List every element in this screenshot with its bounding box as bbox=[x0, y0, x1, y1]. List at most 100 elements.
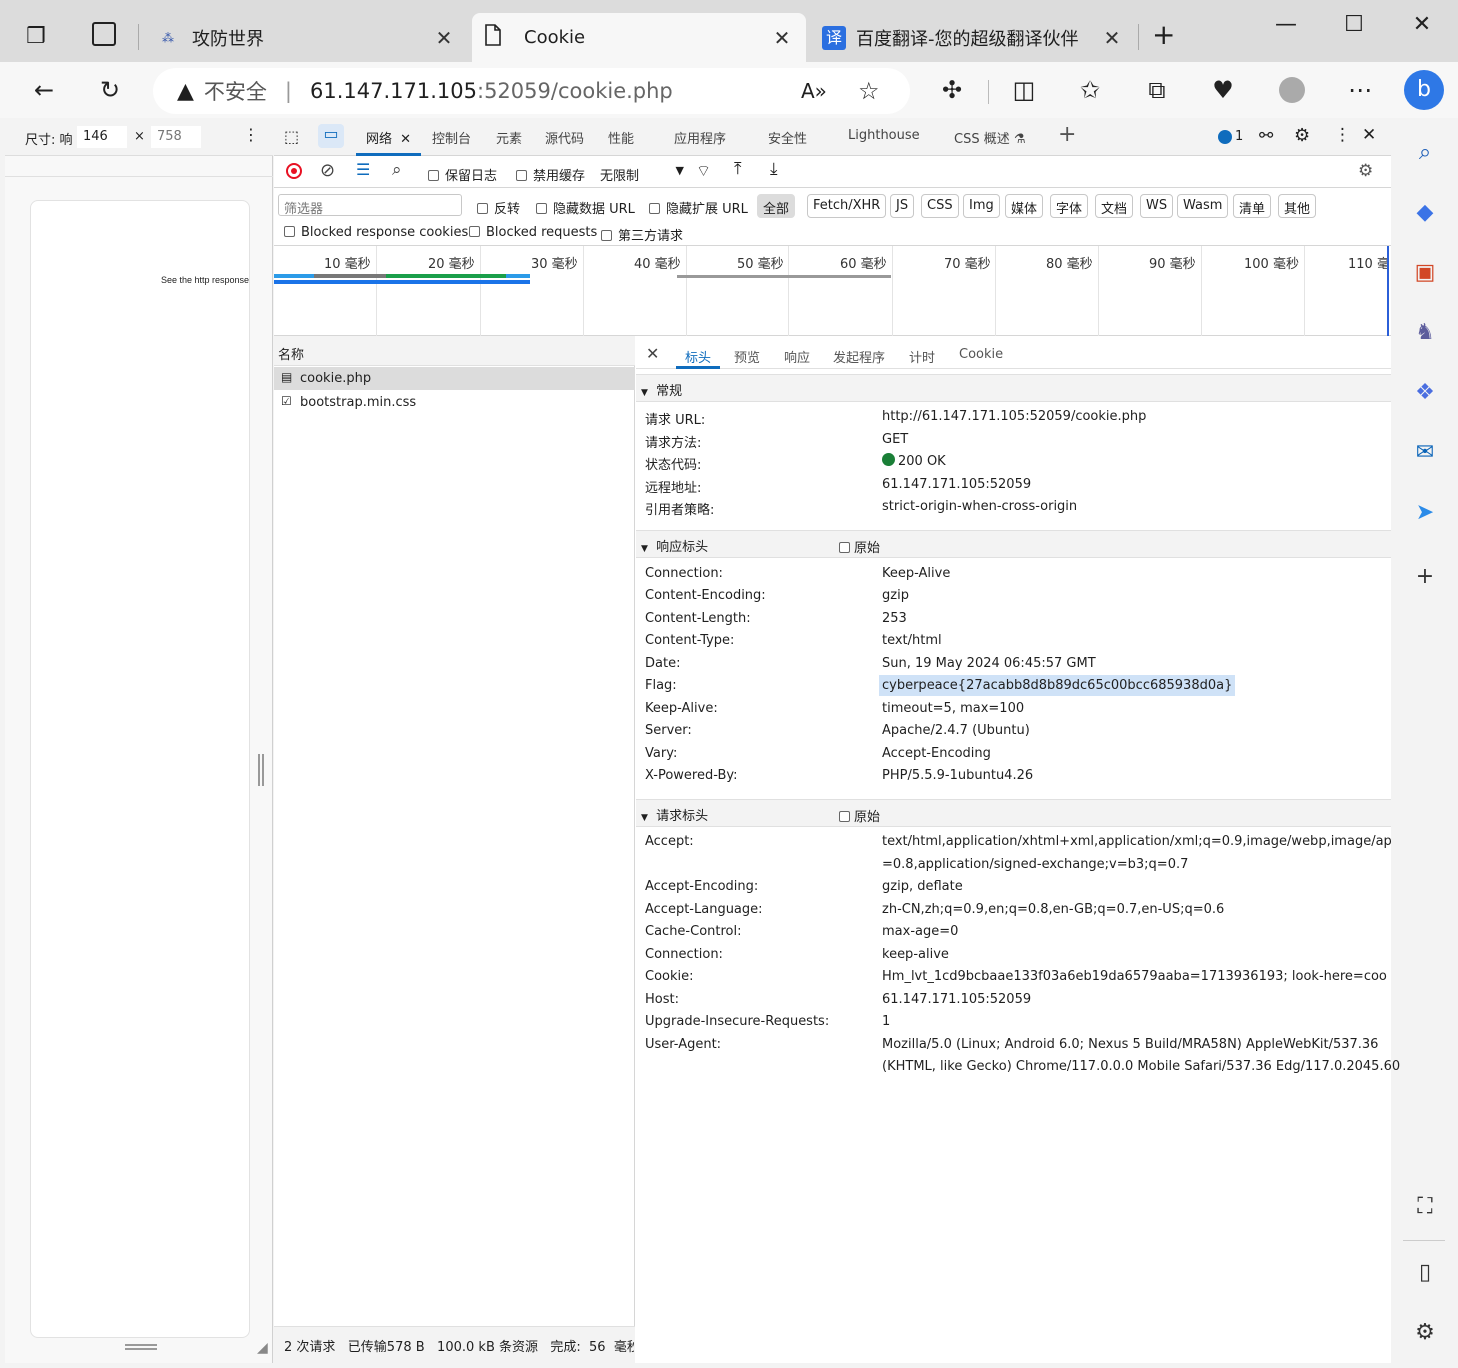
third-party-option[interactable]: 第三方请求 bbox=[601, 225, 683, 244]
settings-gear-icon[interactable]: ⚙ bbox=[1294, 125, 1310, 146]
maximize-icon[interactable]: ☐ bbox=[1334, 12, 1374, 37]
tab-preview[interactable]: 预览 bbox=[734, 347, 760, 366]
outlook-icon[interactable]: ✉ bbox=[1409, 436, 1441, 468]
tab-console[interactable]: 控制台 bbox=[432, 128, 471, 147]
type-filter-doc[interactable]: 文档 bbox=[1095, 194, 1134, 218]
favorites-icon[interactable]: ✩ bbox=[1070, 70, 1110, 110]
tab-sources[interactable]: 源代码 bbox=[545, 128, 584, 147]
tab-performance[interactable]: 性能 bbox=[608, 128, 634, 147]
search-icon[interactable]: ⌕ bbox=[1409, 136, 1441, 168]
drop-send-icon[interactable]: ➤ bbox=[1409, 496, 1441, 528]
clear-icon[interactable]: ⊘ bbox=[320, 160, 335, 181]
sidebar-toggle-icon[interactable]: ▯ bbox=[1409, 1256, 1441, 1288]
add-plus-icon[interactable]: + bbox=[1409, 560, 1441, 592]
games-chess-icon[interactable]: ♞ bbox=[1409, 316, 1441, 348]
type-filter-manifest[interactable]: 清单 bbox=[1233, 194, 1272, 218]
collections-icon[interactable]: ⧉ bbox=[1137, 70, 1177, 110]
new-tab-plus-icon[interactable]: + bbox=[1152, 18, 1175, 51]
close-details-icon[interactable]: ✕ bbox=[646, 344, 659, 363]
type-filter-js[interactable]: JS bbox=[890, 194, 915, 218]
tab-baidu-fanyi[interactable]: 译 百度翻译-您的超级翻译伙伴 ✕ bbox=[810, 13, 1136, 62]
screenshot-icon[interactable]: ⛶ bbox=[1409, 1190, 1441, 1222]
more-options-icon[interactable]: ⋮ bbox=[243, 125, 259, 144]
microsoft365-icon[interactable]: ❖ bbox=[1409, 376, 1441, 408]
name-column-header[interactable]: 名称 bbox=[278, 344, 304, 363]
close-icon[interactable]: ✕ bbox=[400, 132, 411, 147]
preserve-log-option[interactable]: 保留日志 bbox=[428, 165, 497, 184]
blocked-response-cookies-option[interactable]: Blocked response cookies bbox=[284, 225, 468, 240]
type-filter-css[interactable]: CSS bbox=[921, 194, 959, 218]
tab-security[interactable]: 安全性 bbox=[768, 128, 807, 147]
invert-option[interactable]: 反转 bbox=[477, 198, 520, 217]
tab-timing[interactable]: 计时 bbox=[909, 347, 935, 366]
split-screen-icon[interactable]: ◫ bbox=[1004, 70, 1044, 110]
hide-extension-url-option[interactable]: 隐藏扩展 URL bbox=[649, 198, 748, 217]
close-icon[interactable]: ✕ bbox=[432, 26, 456, 50]
throttle-select[interactable]: 无限制 ▼ bbox=[600, 162, 688, 184]
type-filter-ws[interactable]: WS bbox=[1140, 194, 1174, 218]
blocked-requests-option[interactable]: Blocked requests bbox=[469, 225, 597, 240]
resize-handle-side[interactable] bbox=[258, 754, 264, 786]
window-close-icon[interactable]: ✕ bbox=[1402, 12, 1442, 37]
height-input[interactable]: 758 bbox=[151, 126, 201, 148]
record-icon[interactable] bbox=[286, 163, 302, 179]
tab-actions-icon[interactable] bbox=[92, 22, 116, 46]
minimize-icon[interactable]: — bbox=[1266, 12, 1306, 37]
resize-handle-bottom[interactable] bbox=[125, 1344, 157, 1350]
workspaces-icon[interactable]: ❒ bbox=[26, 24, 46, 49]
filter-icon[interactable]: ☰ bbox=[356, 160, 370, 179]
tab-application[interactable]: 应用程序 bbox=[674, 128, 726, 147]
type-filter-img[interactable]: Img bbox=[963, 194, 1000, 218]
search-icon[interactable]: ⌕ bbox=[392, 160, 402, 180]
device-toggle-icon[interactable]: ▭ bbox=[318, 124, 344, 148]
back-arrow-icon[interactable]: ← bbox=[24, 70, 64, 110]
type-filter-media[interactable]: 媒体 bbox=[1005, 194, 1044, 218]
tab-elements[interactable]: 元素 bbox=[496, 128, 522, 147]
flag-value[interactable]: cyberpeace{27acabb8d8b89dc65c00bcc685938… bbox=[879, 675, 1236, 696]
issues-chat-icon[interactable] bbox=[1218, 130, 1232, 144]
import-har-icon[interactable]: ⤒ bbox=[734, 159, 742, 179]
copilot-icon[interactable]: b bbox=[1402, 68, 1446, 112]
tab-response[interactable]: 响应 bbox=[784, 347, 810, 366]
raw-toggle[interactable]: 原始 bbox=[839, 537, 880, 556]
tools-briefcase-icon[interactable]: ▣ bbox=[1409, 256, 1441, 288]
favorite-star-icon[interactable]: ☆ bbox=[858, 77, 880, 105]
extensions-puzzle-icon[interactable]: ✣ bbox=[932, 70, 972, 110]
tab-initiator[interactable]: 发起程序 bbox=[833, 347, 885, 366]
add-tab-plus-icon[interactable]: + bbox=[1058, 122, 1076, 147]
tab-gongfang[interactable]: ⁂ 攻防世界 ✕ bbox=[150, 13, 468, 62]
more-menu-icon[interactable]: ⋯ bbox=[1340, 70, 1380, 110]
disable-cache-option[interactable]: 禁用缓存 bbox=[516, 165, 585, 184]
performance-heart-icon[interactable]: ♥ bbox=[1203, 70, 1243, 110]
network-conditions-icon[interactable]: ⌔ bbox=[696, 161, 711, 181]
close-icon[interactable]: ✕ bbox=[1100, 26, 1124, 50]
tab-network[interactable]: 网络 ✕ bbox=[366, 128, 411, 147]
refresh-icon[interactable]: ↻ bbox=[90, 70, 130, 110]
width-input[interactable]: 146 bbox=[77, 126, 127, 148]
general-section-header[interactable]: ▼ 常规 bbox=[636, 374, 1391, 402]
response-headers-section-header[interactable]: ▼ 响应标头 原始 bbox=[636, 530, 1391, 558]
connections-icon[interactable]: ⚯ bbox=[1259, 126, 1273, 146]
read-aloud-icon[interactable]: A» bbox=[801, 79, 827, 103]
request-row[interactable]: ☑ bootstrap.min.css bbox=[274, 391, 635, 414]
raw-toggle[interactable]: 原始 bbox=[839, 806, 880, 825]
request-row[interactable]: ▤ cookie.php bbox=[274, 367, 635, 390]
request-headers-section-header[interactable]: ▼ 请求标头 原始 bbox=[636, 799, 1391, 827]
type-filter-other[interactable]: 其他 bbox=[1278, 194, 1317, 218]
inspect-element-icon[interactable]: ⬚ bbox=[284, 127, 299, 146]
hide-data-url-option[interactable]: 隐藏数据 URL bbox=[536, 198, 635, 217]
tab-css-overview[interactable]: CSS 概述 ⚗ bbox=[954, 128, 1026, 147]
shopping-tag-icon[interactable]: ◆ bbox=[1409, 196, 1441, 228]
tab-cookies[interactable]: Cookie bbox=[959, 347, 1003, 362]
tab-lighthouse[interactable]: Lighthouse bbox=[848, 128, 920, 143]
address-bar[interactable]: ▲ 不安全 | 61.147.171.105:52059/cookie.php … bbox=[153, 68, 910, 114]
more-options-icon[interactable]: ⋮ bbox=[1334, 125, 1351, 145]
type-filter-font[interactable]: 字体 bbox=[1050, 194, 1089, 218]
close-devtools-icon[interactable]: ✕ bbox=[1362, 125, 1376, 145]
export-har-icon[interactable]: ⤓ bbox=[770, 159, 778, 179]
type-filter-fetch-xhr[interactable]: Fetch/XHR bbox=[807, 194, 887, 218]
resize-corner-icon[interactable]: ◢ bbox=[257, 1340, 268, 1356]
tab-headers[interactable]: 标头 bbox=[685, 347, 711, 366]
settings-gear-icon[interactable]: ⚙ bbox=[1409, 1316, 1441, 1348]
close-icon[interactable]: ✕ bbox=[770, 26, 794, 50]
